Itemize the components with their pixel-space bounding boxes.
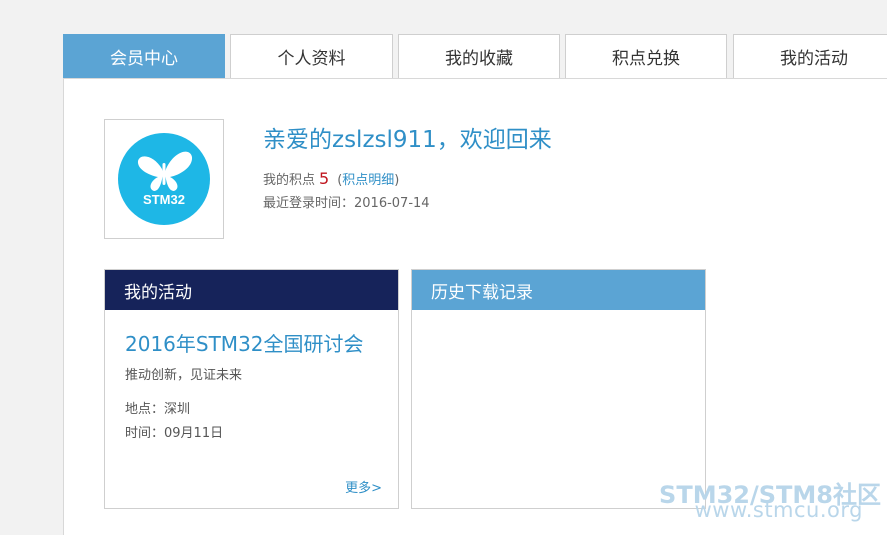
- tab-bar: 会员中心 个人资料 我的收藏 积点兑换 我的活动: [63, 34, 887, 78]
- more-link[interactable]: 更多>: [345, 477, 382, 496]
- last-login-text: 最近登录时间：2016-07-14: [263, 196, 430, 211]
- paren-close: ): [394, 173, 400, 188]
- stm32-logo-icon: STM32: [118, 133, 210, 225]
- points-value: 5: [319, 169, 330, 188]
- points-detail-link[interactable]: 积点明细: [342, 173, 394, 188]
- activity-card-title: 我的活动: [105, 270, 398, 310]
- activity-card: 我的活动 2016年STM32全国研讨会 推动创新，见证未来 地点：深圳 时间：…: [104, 269, 399, 509]
- avatar-text: STM32: [143, 192, 185, 207]
- points-label: 我的积点: [263, 173, 316, 188]
- tab-my-activities[interactable]: 我的活动: [733, 34, 887, 78]
- event-time: 时间：09月11日: [125, 426, 224, 441]
- welcome-heading: 亲爱的zslzsl911，欢迎回来: [263, 127, 552, 153]
- tab-personal-info[interactable]: 个人资料: [230, 34, 393, 78]
- tab-member-center[interactable]: 会员中心: [63, 34, 225, 78]
- history-card-title: 历史下载记录: [412, 270, 705, 310]
- tab-favorites[interactable]: 我的收藏: [398, 34, 560, 78]
- watermark-url: www.stmcu.org: [694, 498, 863, 522]
- event-title-link[interactable]: 2016年STM32全国研讨会: [125, 328, 364, 357]
- avatar: STM32: [104, 119, 224, 239]
- event-subtitle: 推动创新，见证未来: [125, 368, 243, 383]
- download-history-card: 历史下载记录: [411, 269, 706, 509]
- event-location: 地点：深圳: [125, 402, 191, 417]
- points-line: 我的积点 5 (积点明细): [263, 169, 399, 188]
- tab-points-exchange[interactable]: 积点兑换: [565, 34, 727, 78]
